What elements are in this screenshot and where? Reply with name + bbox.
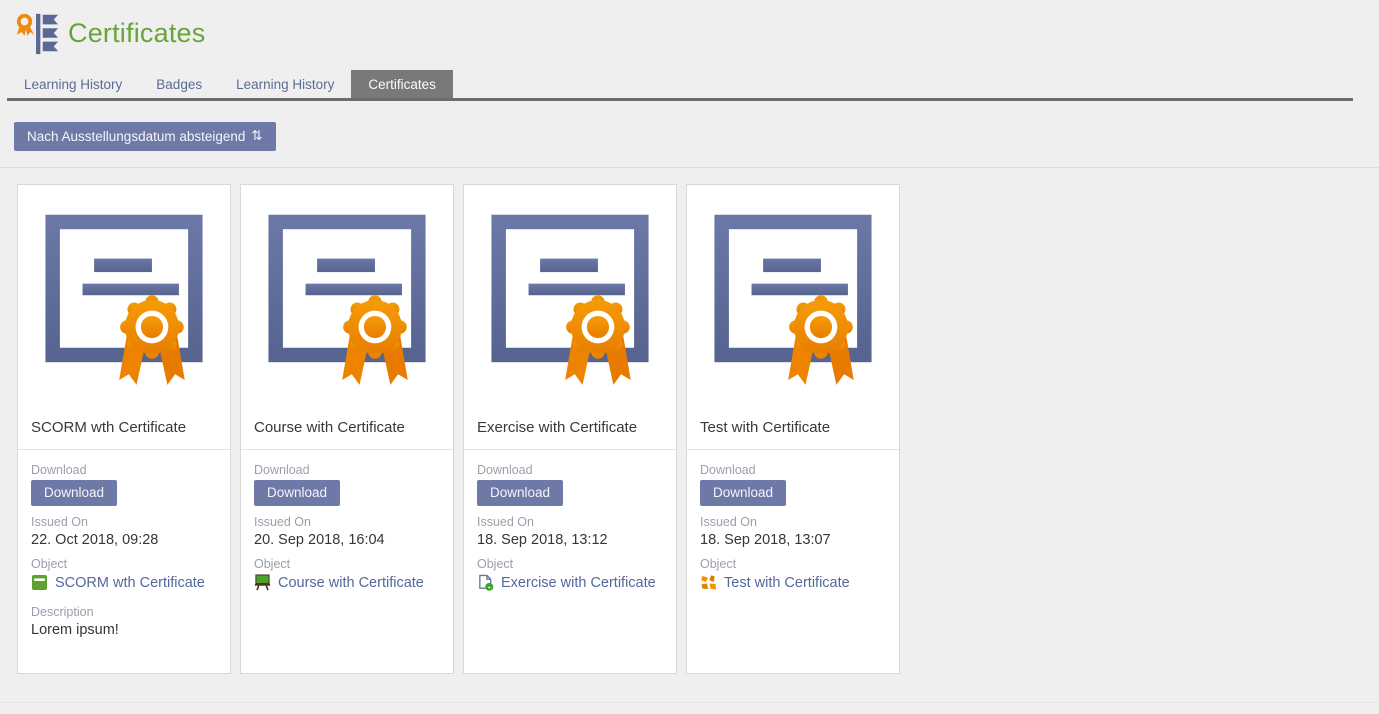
sort-button[interactable]: Nach Ausstellungsdatum absteigend ⇅	[14, 122, 276, 151]
scorm-module-icon[interactable]	[31, 574, 48, 591]
tab-learning-history-1[interactable]: Learning History	[7, 70, 139, 98]
sort-arrows-icon: ⇅	[251, 128, 262, 144]
certificate-image	[687, 185, 899, 419]
certificates-icon	[14, 10, 60, 56]
sort-button-label: Nach Ausstellungsdatum absteigend	[27, 129, 245, 144]
issued-on-label: Issued On	[31, 515, 217, 529]
object-link-label: SCORM wth Certificate	[55, 575, 205, 591]
issued-on-value: 22. Oct 2018, 09:28	[31, 532, 217, 548]
download-button[interactable]: Download	[700, 480, 786, 506]
download-button[interactable]: Download	[477, 480, 563, 506]
page-header: Certificates	[0, 0, 1379, 66]
certificate-card-title: Test with Certificate	[687, 419, 899, 450]
object-label: Object	[254, 557, 440, 571]
tab-bar: Learning History Badges Learning History…	[7, 70, 1353, 101]
object-link-label: Test with Certificate	[724, 575, 850, 591]
download-button[interactable]: Download	[31, 480, 117, 506]
certificate-card: Test with Certificate Download Download …	[686, 184, 900, 674]
download-label: Download	[254, 463, 440, 477]
certificate-card: Course with Certificate Download Downloa…	[240, 184, 454, 674]
object-label: Object	[477, 557, 663, 571]
issued-on-label: Issued On	[700, 515, 886, 529]
course-icon[interactable]	[254, 574, 271, 591]
certificate-card-title: Exercise with Certificate	[464, 419, 676, 450]
object-link-label: Exercise with Certificate	[501, 575, 656, 591]
object-link[interactable]: Test with Certificate	[700, 574, 850, 591]
object-label: Object	[31, 557, 217, 571]
object-link[interactable]: Course with Certificate	[254, 574, 424, 591]
certificate-image	[18, 185, 230, 419]
certificate-image	[241, 185, 453, 419]
issued-on-label: Issued On	[477, 515, 663, 529]
object-link-label: Course with Certificate	[278, 575, 424, 591]
footer-divider	[0, 702, 1379, 703]
certificate-card: Exercise with Certificate Download Downl…	[463, 184, 677, 674]
page-title: Certificates	[68, 18, 205, 49]
download-button[interactable]: Download	[254, 480, 340, 506]
issued-on-value: 20. Sep 2018, 16:04	[254, 532, 440, 548]
certificates-list: SCORM wth Certificate Download Download …	[0, 168, 1379, 690]
object-label: Object	[700, 557, 886, 571]
object-link[interactable]: SCORM wth Certificate	[31, 574, 205, 591]
toolbar: Nach Ausstellungsdatum absteigend ⇅	[0, 101, 1379, 168]
certificate-card: SCORM wth Certificate Download Download …	[17, 184, 231, 674]
issued-on-value: 18. Sep 2018, 13:07	[700, 532, 886, 548]
exercise-icon[interactable]	[477, 574, 494, 591]
issued-on-value: 18. Sep 2018, 13:12	[477, 532, 663, 548]
certificate-card-title: Course with Certificate	[241, 419, 453, 450]
download-label: Download	[700, 463, 886, 477]
download-label: Download	[477, 463, 663, 477]
download-label: Download	[31, 463, 217, 477]
certificate-image	[464, 185, 676, 419]
description-value: Lorem ipsum!	[31, 622, 217, 638]
description-label: Description	[31, 605, 217, 619]
tab-learning-history-2[interactable]: Learning History	[219, 70, 351, 98]
object-link[interactable]: Exercise with Certificate	[477, 574, 656, 591]
test-icon[interactable]	[700, 574, 717, 591]
tab-certificates[interactable]: Certificates	[351, 70, 453, 98]
issued-on-label: Issued On	[254, 515, 440, 529]
certificate-card-title: SCORM wth Certificate	[18, 419, 230, 450]
tab-badges[interactable]: Badges	[139, 70, 219, 98]
